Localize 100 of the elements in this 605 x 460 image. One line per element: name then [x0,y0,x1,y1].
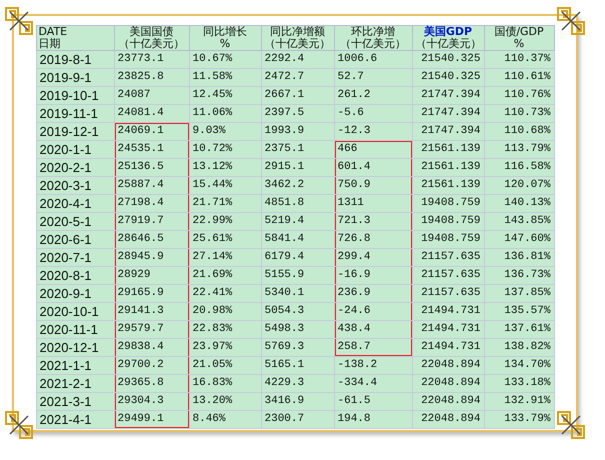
table-cell: 29838.4 [114,338,189,356]
date-cell: 2020-11-1 [36,320,114,338]
table-cell: 21494.731 [412,302,484,320]
table-cell: 21747.394 [412,104,484,122]
table-cell: 22.41% [189,284,261,302]
table-cell: 134.70% [484,356,554,374]
table-cell: 24087 [114,86,189,104]
table-cell: 438.4 [334,320,412,338]
table-cell: 23773.1 [114,50,189,68]
table-cell: 21157.635 [412,284,484,302]
table-cell: 120.07% [484,176,554,194]
column-header: 美国国债 （十亿美元） [114,26,189,50]
table-cell: 5155.9 [261,266,334,284]
table-cell: 13.20% [189,392,261,410]
table-cell: 28945.9 [114,248,189,266]
date-cell: 2020-7-1 [36,248,114,266]
table-cell: 21.71% [189,194,261,212]
table-cell: 147.60% [484,230,554,248]
table-cell: 110.61% [484,68,554,86]
table-cell: 22.83% [189,320,261,338]
table-cell: 21747.394 [412,86,484,104]
date-cell: 2020-4-1 [36,194,114,212]
table-cell: 133.79% [484,410,554,428]
table-cell: 22048.894 [412,410,484,428]
corner-ornament-icon [556,410,586,440]
date-cell: 2021-2-1 [36,374,114,392]
table-cell: 8.46% [189,410,261,428]
date-cell: 2019-11-1 [36,104,114,122]
table-cell: 21540.325 [412,68,484,86]
date-cell: 2021-3-1 [36,392,114,410]
table-cell: 16.83% [189,374,261,392]
table-cell: 5769.3 [261,338,334,356]
column-header: 同比净增额 （十亿美元） [261,26,334,50]
table-cell: 15.44% [189,176,261,194]
table-cell: 24535.1 [114,140,189,158]
table-cell: 2375.1 [261,140,334,158]
table-cell: 116.58% [484,158,554,176]
date-cell: 2019-12-1 [36,122,114,140]
table-cell: 113.79% [484,140,554,158]
date-cell: 2021-4-1 [36,410,114,428]
table-cell: 110.73% [484,104,554,122]
column-header: 国债/GDP % [484,26,554,50]
table-cell: 601.4 [334,158,412,176]
table-cell: 3462.2 [261,176,334,194]
table-cell: 21747.394 [412,122,484,140]
table-cell: 6179.4 [261,248,334,266]
table-cell: 110.76% [484,86,554,104]
table-cell: -12.3 [334,122,412,140]
table-cell: -138.2 [334,356,412,374]
table-cell: -24.6 [334,302,412,320]
table-cell: 138.82% [484,338,554,356]
table-cell: 9.03% [189,122,261,140]
table-cell: 5054.3 [261,302,334,320]
table-cell: 27198.4 [114,194,189,212]
table-cell: 21494.731 [412,320,484,338]
table-cell: -16.9 [334,266,412,284]
table-cell: 21561.139 [412,176,484,194]
table-cell: 29365.8 [114,374,189,392]
date-cell: 2021-1-1 [36,356,114,374]
corner-ornament-icon [4,410,34,440]
table-cell: 25887.4 [114,176,189,194]
table-cell: 21561.139 [412,140,484,158]
table-cell: 12.45% [189,86,261,104]
date-cell: 2020-2-1 [36,158,114,176]
table-cell: 19408.759 [412,212,484,230]
table-cell: 726.8 [334,230,412,248]
table-cell: 22048.894 [412,356,484,374]
table-cell: 236.9 [334,284,412,302]
table-cell: 22048.894 [412,374,484,392]
table-cell: 299.4 [334,248,412,266]
table-cell: 110.68% [484,122,554,140]
table-cell: 261.2 [334,86,412,104]
table-cell: -334.4 [334,374,412,392]
date-cell: 2020-5-1 [36,212,114,230]
table-cell: 29499.1 [114,410,189,428]
date-cell: 2020-3-1 [36,176,114,194]
table-cell: 22048.894 [412,392,484,410]
table-cell: 136.81% [484,248,554,266]
table-cell: 29579.7 [114,320,189,338]
table-cell: 19408.759 [412,194,484,212]
table-cell: 52.7 [334,68,412,86]
table-cell: 110.37% [484,50,554,68]
table-cell: 27919.7 [114,212,189,230]
table-cell: 2667.1 [261,86,334,104]
table-cell: 136.73% [484,266,554,284]
date-cell: 2020-10-1 [36,302,114,320]
corner-ornament-icon [4,6,34,36]
table-cell: 23825.8 [114,68,189,86]
table-cell: 11.58% [189,68,261,86]
table-cell: 21157.635 [412,248,484,266]
table-cell: 28646.5 [114,230,189,248]
table-cell: 133.18% [484,374,554,392]
table-cell: 27.14% [189,248,261,266]
table-cell: 5498.3 [261,320,334,338]
table-cell: 21561.139 [412,158,484,176]
table-cell: 29141.3 [114,302,189,320]
corner-ornament-icon [556,6,586,36]
table-cell: 1311 [334,194,412,212]
table-cell: 28929 [114,266,189,284]
table-cell: 3416.9 [261,392,334,410]
